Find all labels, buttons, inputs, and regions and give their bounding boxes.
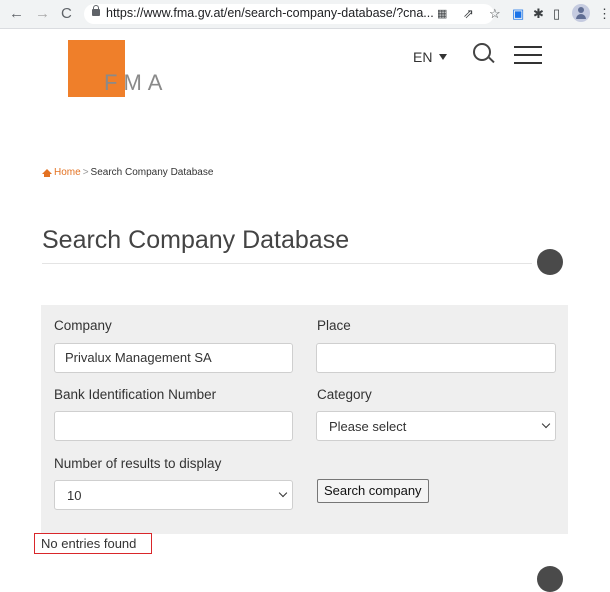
browser-toolbar: ← → C https://www.fma.gv.at/en/search-co… <box>0 0 610 29</box>
category-select[interactable]: Please select <box>316 411 556 441</box>
hamburger-menu-icon[interactable] <box>514 46 542 66</box>
home-icon[interactable] <box>42 169 52 177</box>
caret-down-icon <box>439 54 448 60</box>
chevron-down-icon <box>278 488 288 498</box>
breadcrumb-current: Search Company Database <box>90 167 214 178</box>
profile-avatar[interactable] <box>572 4 590 22</box>
translate-icon[interactable]: ▦ <box>437 5 447 23</box>
address-bar[interactable]: https://www.fma.gv.at/en/search-company-… <box>84 4 494 24</box>
breadcrumb-home[interactable]: Home <box>54 167 81 178</box>
language-selector[interactable]: EN <box>413 49 448 65</box>
floating-circle-button[interactable] <box>537 249 563 275</box>
company-input[interactable]: Privalux Management SA <box>54 343 293 373</box>
star-icon[interactable]: ☆ <box>489 5 501 23</box>
chevron-down-icon <box>541 419 551 429</box>
breadcrumb-separator: > <box>82 167 89 178</box>
more-icon[interactable]: ⋮ <box>598 5 610 23</box>
results-select-value: 10 <box>67 488 82 503</box>
results-select[interactable]: 10 <box>54 480 293 510</box>
url-text: https://www.fma.gv.at/en/search-company-… <box>106 6 434 20</box>
results-label: Number of results to display <box>54 456 222 471</box>
divider <box>42 263 532 264</box>
category-label: Category <box>317 387 372 402</box>
breadcrumb: Home > Search Company Database <box>42 167 213 178</box>
category-select-value: Please select <box>329 419 407 434</box>
search-company-button[interactable]: Search company <box>317 479 429 503</box>
search-icon[interactable] <box>473 43 491 61</box>
floating-circle-button-bottom[interactable] <box>537 566 563 592</box>
forward-icon[interactable]: → <box>35 5 50 23</box>
bin-input[interactable] <box>54 411 293 441</box>
extension-icon[interactable]: ▣ <box>512 5 524 23</box>
share-icon[interactable]: ⇗ <box>463 5 474 23</box>
no-entries-message: No entries found <box>34 533 152 554</box>
page-title: Search Company Database <box>42 226 350 254</box>
company-label: Company <box>54 318 112 333</box>
sidepanel-icon[interactable]: ▯ <box>553 5 560 23</box>
lock-icon <box>92 5 100 16</box>
back-icon[interactable]: ← <box>9 5 24 23</box>
place-input[interactable] <box>316 343 556 373</box>
place-label: Place <box>317 318 351 333</box>
puzzle-icon[interactable]: ✱ <box>533 5 544 23</box>
logo-text[interactable]: FMA <box>104 70 168 96</box>
reload-icon[interactable]: C <box>61 5 72 23</box>
bin-label: Bank Identification Number <box>54 387 217 402</box>
